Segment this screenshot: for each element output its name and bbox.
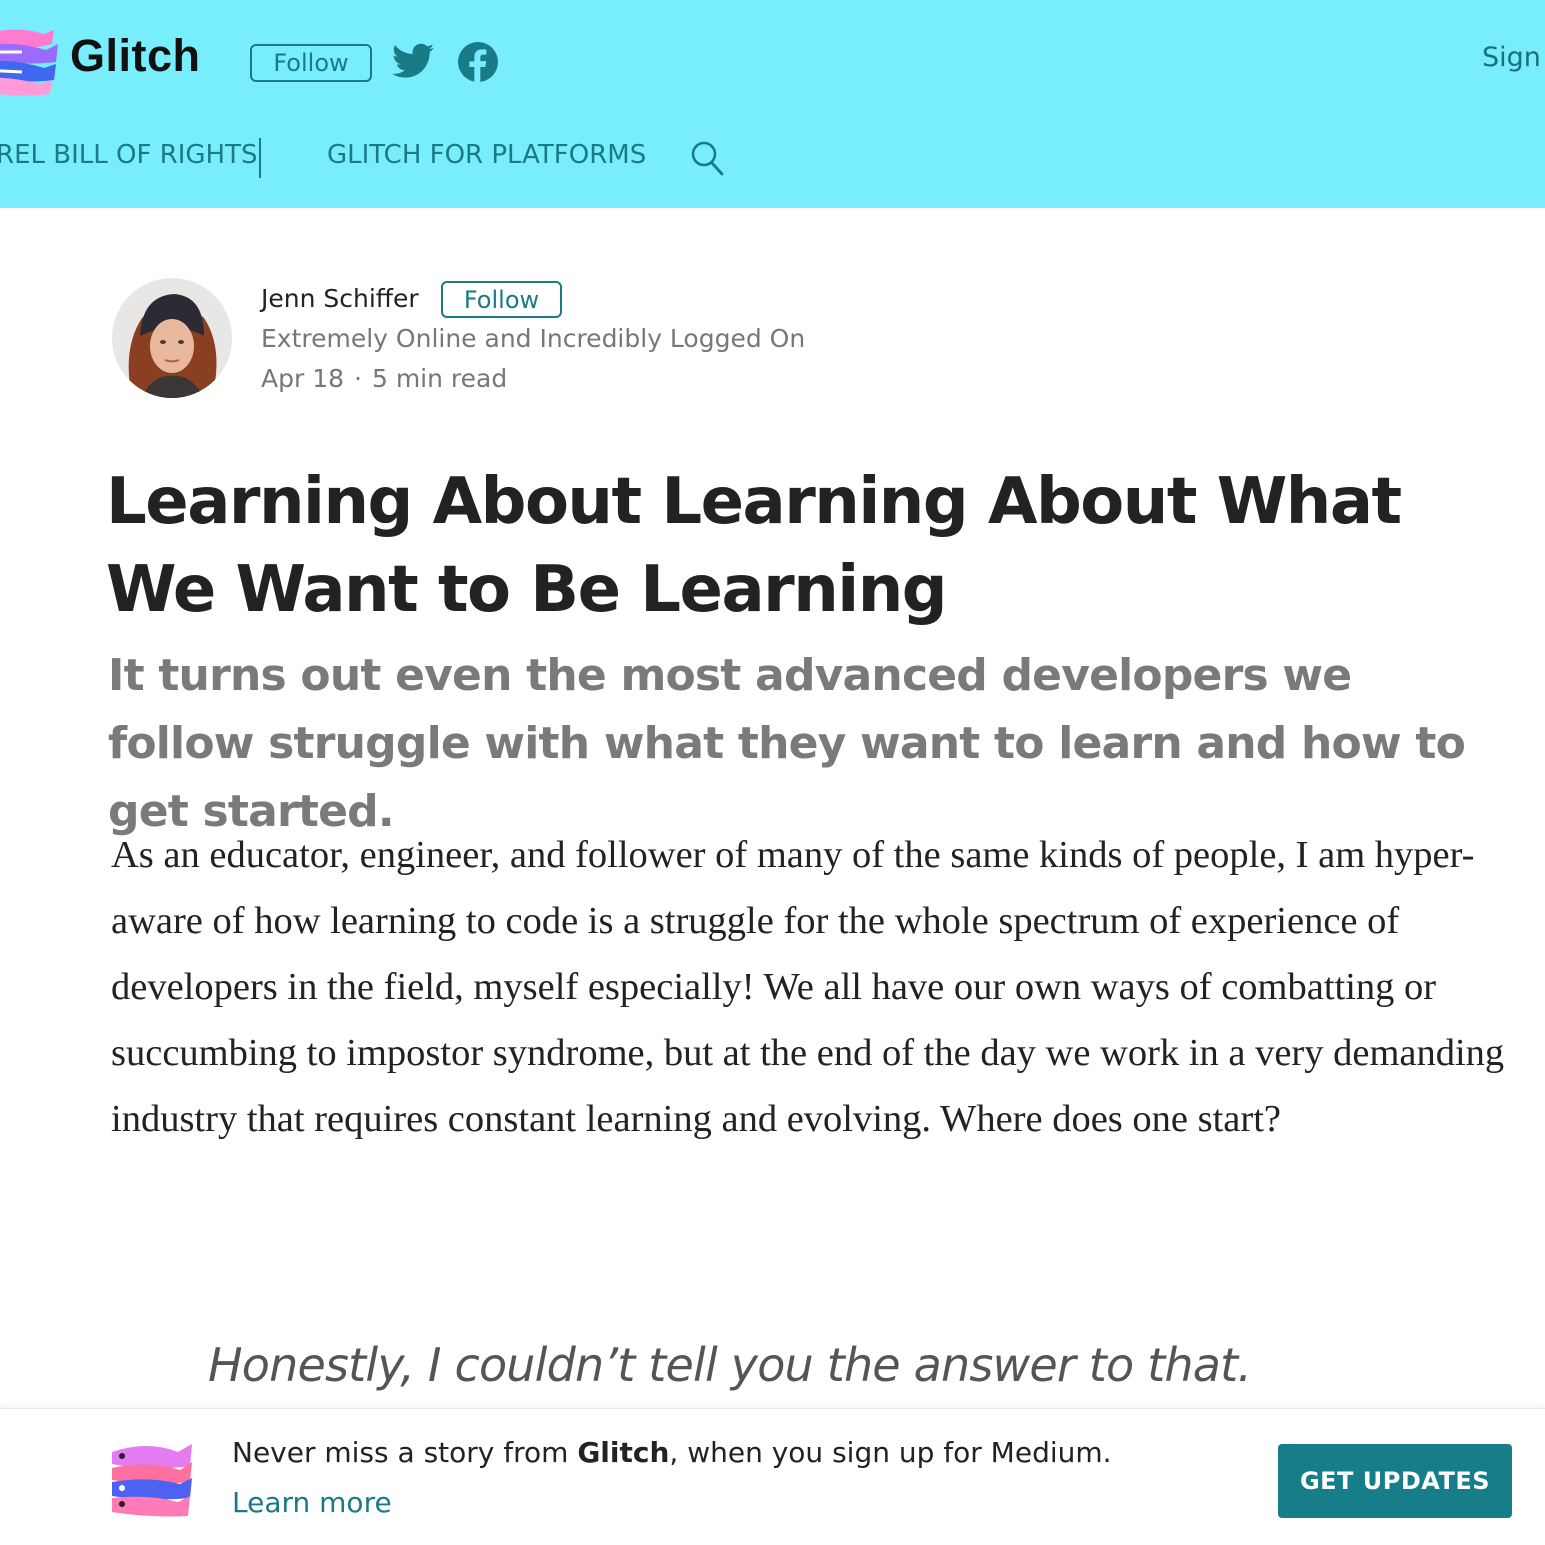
post-date[interactable]: Apr 18 bbox=[261, 364, 344, 393]
article-paragraph: As an educator, engineer, and follower o… bbox=[111, 834, 1505, 1140]
learn-more-link[interactable]: Learn more bbox=[232, 1486, 392, 1519]
banner-publication: Glitch bbox=[577, 1436, 670, 1469]
search-icon[interactable] bbox=[690, 140, 724, 176]
banner-text-before: Never miss a story from bbox=[232, 1436, 578, 1469]
read-time: 5 min read bbox=[371, 364, 508, 393]
article-subtitle: It turns out even the most advanced deve… bbox=[108, 650, 1466, 837]
author-name[interactable]: Jenn Schiffer bbox=[261, 284, 419, 313]
publication-header: Glitch Follow Sign REL BILL OF RIGHTS GL… bbox=[0, 0, 1545, 208]
sign-in-link[interactable]: Sign bbox=[1482, 42, 1541, 73]
glitch-fish-logo-icon bbox=[112, 1444, 192, 1517]
glitch-fish-logo-icon[interactable] bbox=[0, 22, 62, 98]
twitter-icon[interactable] bbox=[392, 42, 434, 80]
author-bio: Extremely Online and Incredibly Logged O… bbox=[261, 324, 806, 353]
follow-publication-button[interactable]: Follow bbox=[250, 44, 372, 82]
author-photo-icon bbox=[112, 278, 232, 398]
facebook-icon[interactable] bbox=[458, 42, 498, 82]
meta-separator: · bbox=[354, 364, 362, 393]
publication-name[interactable]: Glitch bbox=[70, 30, 201, 82]
nav-divider bbox=[259, 138, 261, 178]
banner-text-after: , when you sign up for Medium. bbox=[669, 1436, 1112, 1469]
article-title: Learning About Learning About What We Wa… bbox=[106, 465, 1402, 627]
get-updates-button[interactable]: GET UPDATES bbox=[1278, 1444, 1512, 1518]
nav-item-glitch-for-platforms[interactable]: GLITCH FOR PLATFORMS bbox=[327, 140, 646, 170]
nav-item-bill-of-rights[interactable]: REL BILL OF RIGHTS bbox=[0, 140, 258, 170]
banner-message: Never miss a story from Glitch, when you… bbox=[232, 1436, 1112, 1469]
pull-quote: Honestly, I couldn’t tell you the answer… bbox=[208, 1338, 1252, 1392]
post-meta: Apr 18 · 5 min read bbox=[261, 364, 507, 393]
follow-author-button[interactable]: Follow bbox=[441, 281, 562, 318]
author-avatar[interactable] bbox=[112, 278, 232, 398]
